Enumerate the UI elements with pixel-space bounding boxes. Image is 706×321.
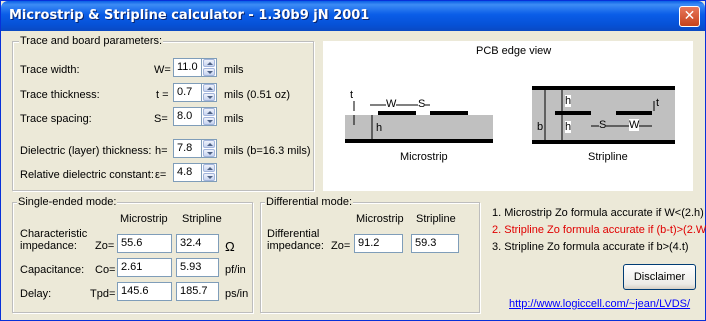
- dielectric-constant-label: Relative dielectric constant:: [20, 169, 154, 181]
- single-ended-legend: Single-ended mode:: [17, 196, 118, 208]
- trace-params-legend: Trace and board parameters:: [19, 35, 164, 47]
- microstrip-h-label: h: [376, 122, 383, 134]
- single-microstrip-impedance[interactable]: 55.6: [117, 234, 172, 253]
- diff-col-microstrip: Microstrip: [356, 213, 404, 225]
- single-stripline-capacitance[interactable]: 5.93: [176, 258, 219, 277]
- single-impedance-label-2: impedance:: [20, 240, 77, 252]
- pcb-edge-view: PCB edge view t W S h Microstrip b h h S…: [323, 41, 693, 191]
- spin-up-icon[interactable]: [203, 84, 215, 92]
- diff-microstrip-impedance[interactable]: 91.2: [354, 234, 403, 253]
- trace-width-unit: mils: [224, 64, 244, 76]
- capacitance-symbol: Co=: [95, 264, 116, 276]
- stripline-bottom-plane: [532, 140, 675, 144]
- microstrip-trace-1: [378, 111, 416, 115]
- capacitance-label: Capacitance:: [20, 264, 85, 276]
- differential-legend: Differential mode:: [265, 196, 354, 208]
- spin-down-icon[interactable]: [203, 173, 215, 181]
- single-impedance-label: Characteristic: [20, 228, 88, 240]
- stripline-h-bottom-label: h: [565, 121, 572, 133]
- spin-up-icon[interactable]: [203, 108, 215, 116]
- trace-spacing-label: Trace spacing:: [20, 113, 92, 125]
- microstrip-w-label: W: [386, 98, 397, 110]
- diff-col-stripline: Stripline: [416, 213, 456, 225]
- stripline-trace-1: [555, 111, 591, 115]
- differential-group: Differential mode: Microstrip Stripline …: [260, 196, 480, 313]
- diff-impedance-label-2: impedance:: [267, 240, 324, 252]
- accuracy-note-2: 2. Stripline Zo formula accurate if (b-t…: [492, 224, 706, 236]
- single-stripline-delay[interactable]: 185.7: [176, 282, 219, 301]
- spin-up-icon[interactable]: [203, 140, 215, 148]
- window-content: Trace and board parameters: Trace width:…: [5, 31, 706, 316]
- disclaimer-button[interactable]: Disclaimer: [623, 264, 696, 290]
- dielectric-thickness-label: Dielectric (layer) thickness:: [20, 145, 152, 157]
- stripline-b-label: b: [537, 121, 544, 133]
- stripline-diagram: [532, 86, 675, 144]
- accuracy-note-1: 1. Microstrip Zo formula accurate if W<(…: [492, 207, 704, 219]
- spin-down-icon[interactable]: [203, 93, 215, 101]
- trace-thickness-input[interactable]: 0.7: [173, 83, 202, 102]
- spin-up-icon[interactable]: [203, 164, 215, 172]
- trace-spacing-spinner[interactable]: [202, 107, 217, 126]
- spin-down-icon[interactable]: [203, 117, 215, 125]
- close-button[interactable]: ✕: [679, 6, 700, 27]
- microstrip-dielectric: [345, 115, 493, 139]
- trace-thickness-spinner[interactable]: [202, 83, 217, 102]
- diff-stripline-impedance[interactable]: 59.3: [411, 234, 459, 253]
- window-title: Microstrip & Stripline calculator - 1.30…: [9, 8, 370, 23]
- diff-impedance-symbol: Zo=: [331, 240, 351, 252]
- trace-spacing-unit: mils: [224, 113, 244, 125]
- capacitance-unit: pf/in: [225, 264, 246, 276]
- microstrip-caption: Microstrip: [400, 151, 448, 163]
- trace-thickness-symbol: t =: [156, 89, 169, 101]
- diff-impedance-label: Differential: [267, 228, 320, 240]
- spin-down-icon[interactable]: [203, 149, 215, 157]
- lvds-link[interactable]: http://www.logiccell.com/~jean/LVDS/: [509, 298, 690, 310]
- single-col-stripline: Stripline: [182, 213, 222, 225]
- single-col-microstrip: Microstrip: [120, 213, 168, 225]
- dielectric-thickness-input[interactable]: 7.8: [173, 139, 202, 158]
- trace-thickness-unit: mils (0.51 oz): [224, 89, 291, 101]
- single-ended-group: Single-ended mode: Microstrip Stripline …: [12, 196, 253, 313]
- single-microstrip-delay[interactable]: 145.6: [117, 282, 172, 301]
- trace-spacing-input[interactable]: 8.0: [173, 107, 202, 126]
- single-microstrip-capacitance[interactable]: 2.61: [117, 258, 172, 277]
- spin-down-icon[interactable]: [203, 68, 215, 76]
- single-stripline-impedance[interactable]: 32.4: [176, 234, 219, 253]
- trace-width-symbol: W=: [154, 64, 171, 76]
- trace-width-spinner[interactable]: [202, 58, 217, 77]
- title-bar[interactable]: Microstrip & Stripline calculator - 1.30…: [1, 1, 705, 31]
- trace-width-input[interactable]: 11.0: [173, 58, 202, 77]
- microstrip-t-label: t: [350, 89, 354, 101]
- stripline-t-label: t: [656, 97, 660, 109]
- microstrip-ground-plane: [345, 139, 493, 143]
- calculator-window: Microstrip & Stripline calculator - 1.30…: [0, 0, 706, 321]
- microstrip-trace-2: [430, 111, 468, 115]
- stripline-h-top-label: h: [565, 95, 572, 107]
- dielectric-constant-input[interactable]: 4.8: [173, 163, 202, 182]
- trace-thickness-label: Trace thickness:: [20, 89, 100, 101]
- stripline-s-label: S: [599, 119, 607, 131]
- dielectric-constant-symbol: ε=: [155, 169, 167, 181]
- delay-unit: ps/in: [225, 288, 249, 300]
- delay-label: Delay:: [20, 288, 52, 300]
- single-impedance-unit: Ω: [225, 239, 235, 254]
- dielectric-thickness-symbol: h=: [155, 145, 168, 157]
- stripline-dielectric: [532, 90, 675, 140]
- dielectric-thickness-spinner[interactable]: [202, 139, 217, 158]
- dielectric-constant-spinner[interactable]: [202, 163, 217, 182]
- microstrip-s-label: S: [418, 98, 426, 110]
- trace-params-group: Trace and board parameters: Trace width:…: [12, 35, 314, 191]
- stripline-top-plane: [532, 86, 675, 90]
- trace-width-label: Trace width:: [20, 64, 80, 76]
- delay-symbol: Tpd=: [90, 288, 116, 300]
- stripline-caption: Stripline: [588, 151, 628, 163]
- spin-up-icon[interactable]: [203, 59, 215, 67]
- stripline-trace-2: [616, 111, 652, 115]
- dielectric-thickness-unit: mils (b=16.3 mils): [224, 145, 311, 157]
- single-impedance-symbol: Zo=: [95, 240, 115, 252]
- trace-spacing-symbol: S=: [154, 113, 168, 125]
- pcb-diagram: [345, 86, 675, 144]
- accuracy-note-3: 3. Stripline Zo formula accurate if b>(4…: [492, 241, 689, 253]
- stripline-w-label: W: [629, 119, 640, 131]
